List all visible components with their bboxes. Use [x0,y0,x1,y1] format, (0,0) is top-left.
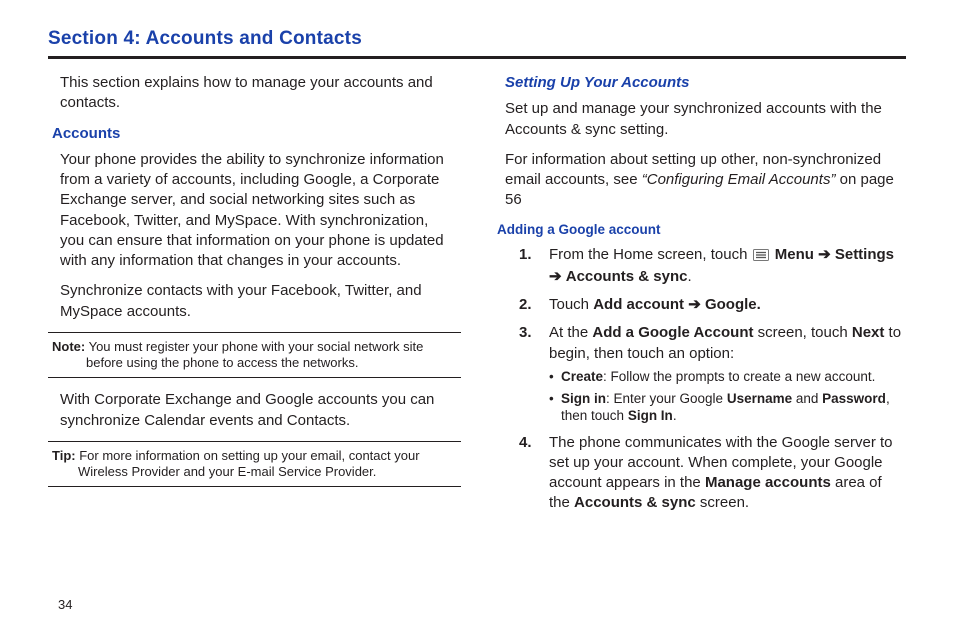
step1-settings: Settings [835,246,894,263]
setup-paragraph-1: Set up and manage your synchronized acco… [493,99,906,140]
setup-p2-ref: “Configuring Email Accounts” [642,171,836,188]
heading-setting-up: Setting Up Your Accounts [505,73,906,93]
step1-accounts: Accounts & sync [566,268,688,285]
bullet-signin: Sign in: Enter your Google Username and … [549,390,902,425]
bullet-signin-signin: Sign In [628,408,673,423]
step2-google: Google. [705,296,761,313]
bullet-create-text: : Follow the prompts to create a new acc… [603,369,875,384]
page-number: 34 [58,597,72,612]
accounts-paragraph-1: Your phone provides the ability to synch… [48,150,461,272]
step1-arrow1: ➔ [814,246,835,263]
bullet-signin-a: : Enter your Google [606,391,727,406]
step2-addaccount: Add account [593,296,684,313]
step3-bullets: Create: Follow the prompts to create a n… [549,368,902,425]
step4-c: screen. [696,494,749,511]
section-title: Section 4: Accounts and Contacts [48,28,906,50]
bullet-signin-label: Sign in [561,391,606,406]
bullet-create: Create: Follow the prompts to create a n… [549,368,902,386]
step3-addgoogle: Add a Google Account [592,324,753,341]
document-page: Section 4: Accounts and Contacts This se… [0,0,954,636]
step-4: The phone communicates with the Google s… [493,433,906,514]
bullet-signin-pass: Password [822,391,886,406]
right-column: Setting Up Your Accounts Set up and mana… [493,73,906,522]
step4-manage: Manage accounts [705,474,831,491]
two-column-layout: This section explains how to manage your… [48,73,906,522]
step-2: Touch Add account ➔ Google. [493,295,906,315]
steps-list: From the Home screen, touch Menu ➔ Setti… [493,245,906,514]
left-column: This section explains how to manage your… [48,73,461,522]
step-3: At the Add a Google Account screen, touc… [493,323,906,424]
intro-paragraph: This section explains how to manage your… [48,73,461,114]
heading-add-google: Adding a Google account [497,221,906,239]
step1-period: . [687,268,691,285]
step3-next: Next [852,324,885,341]
bullet-signin-and: and [792,391,822,406]
tip-line: Tip: For more information on setting up … [52,448,457,481]
bullet-signin-user: Username [727,391,792,406]
step1-arrow2: ➔ [549,268,566,285]
step1-menu: Menu [775,246,814,263]
heading-accounts: Accounts [52,124,461,144]
accounts-paragraph-3: With Corporate Exchange and Google accou… [48,390,461,431]
note-box: Note: You must register your phone with … [48,332,461,379]
tip-text: For more information on setting up your … [76,448,420,479]
tip-label: Tip: [52,448,76,463]
title-rule [48,56,906,59]
step-1: From the Home screen, touch Menu ➔ Setti… [493,245,906,288]
step4-accounts: Accounts & sync [574,494,696,511]
setup-paragraph-2: For information about setting up other, … [493,150,906,211]
step2-arrow: ➔ [684,296,705,313]
tip-box: Tip: For more information on setting up … [48,441,461,488]
step3-b: screen, touch [753,324,851,341]
step3-a: At the [549,324,592,341]
note-label: Note: [52,339,85,354]
bullet-signin-period: . [673,408,677,423]
accounts-paragraph-2: Synchronize contacts with your Facebook,… [48,281,461,322]
note-text: You must register your phone with your s… [85,339,423,370]
note-line: Note: You must register your phone with … [52,339,457,372]
bullet-create-label: Create [561,369,603,384]
menu-icon [753,247,769,267]
step2-a: Touch [549,296,593,313]
step1-text-a: From the Home screen, touch [549,246,752,263]
